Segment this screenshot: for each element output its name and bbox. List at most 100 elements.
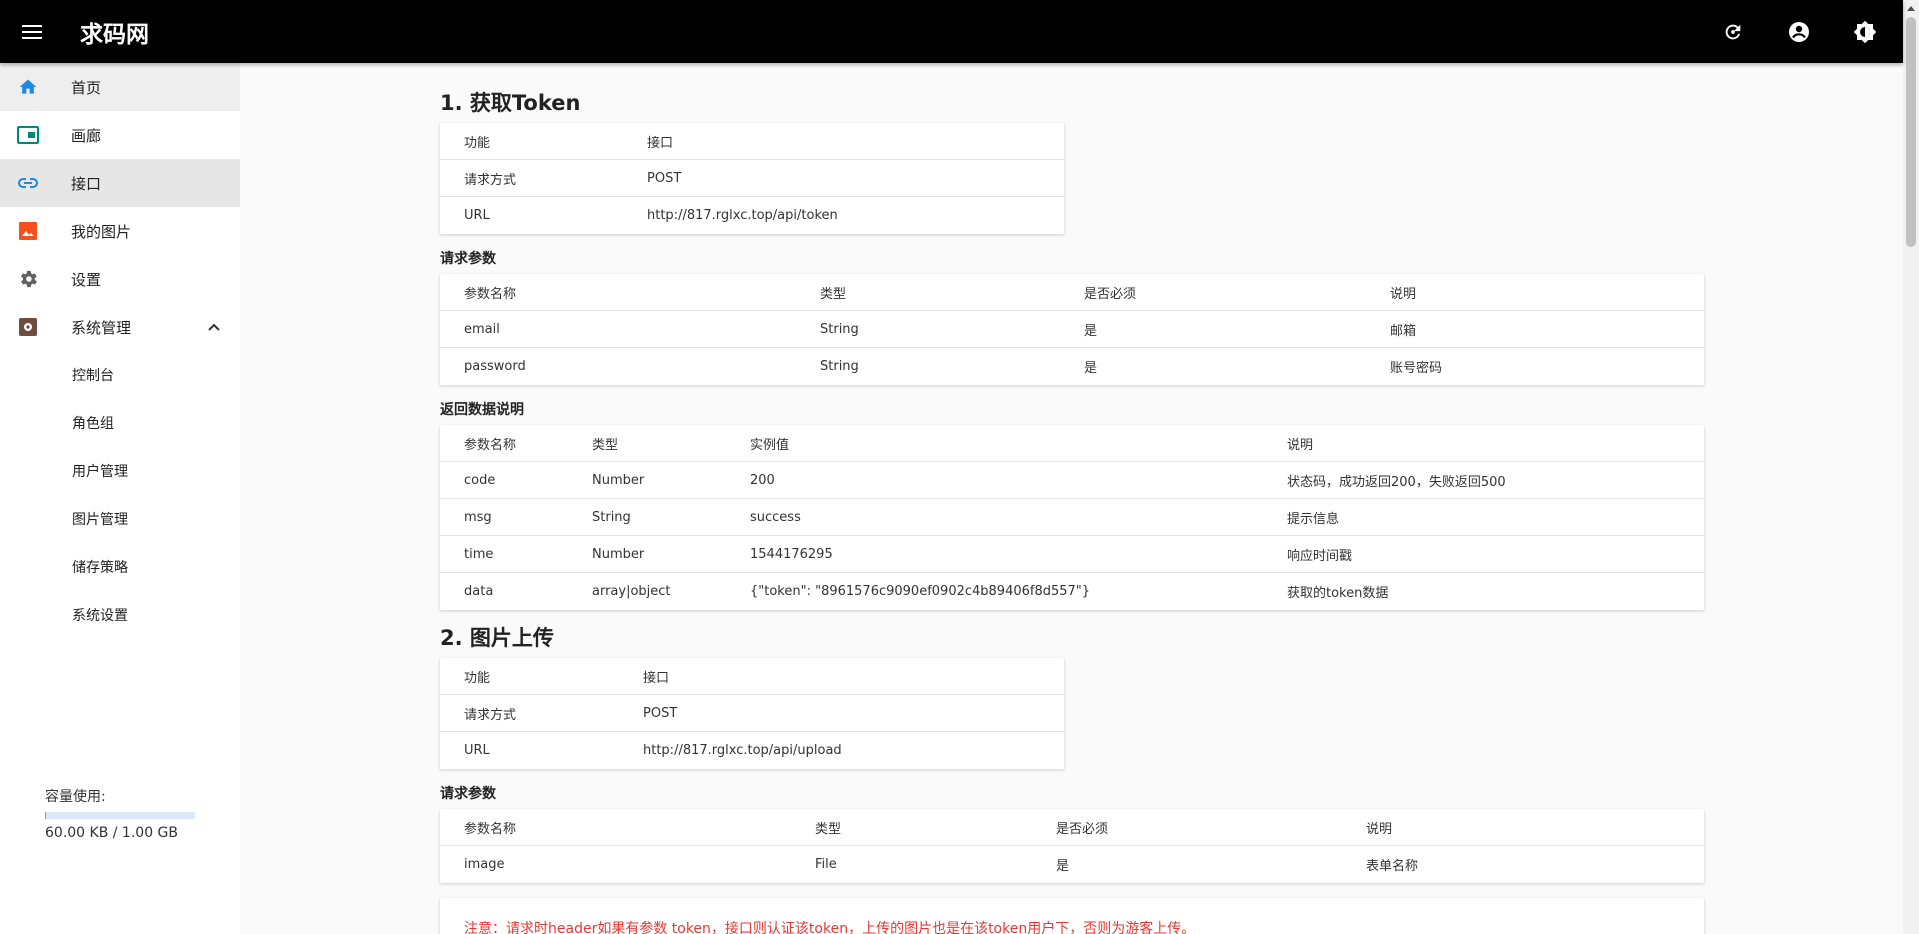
menu-icon[interactable] bbox=[0, 0, 64, 63]
sidebar-item-settings[interactable]: 设置 bbox=[0, 255, 240, 303]
column-header: 说明 bbox=[1366, 821, 1393, 837]
brightness-icon[interactable] bbox=[1845, 12, 1885, 52]
refresh-icon[interactable] bbox=[1713, 12, 1753, 52]
table-cell: 表单名称 bbox=[1366, 859, 1419, 874]
table-row: URL http://817.rglxc.top/api/token bbox=[440, 197, 1064, 234]
table-header-row: 参数名称 类型 是否必须 说明 bbox=[440, 274, 1704, 311]
section-heading-token: 1. 获取Token bbox=[440, 91, 581, 115]
token-info-table: 功能 接口 请求方式 POST URL http://817.rglxc.top/ap… bbox=[440, 123, 1064, 234]
table-cell: String bbox=[592, 509, 631, 525]
info-key: 功能 bbox=[464, 670, 491, 686]
usage-label: 容量使用: bbox=[45, 789, 106, 805]
table-cell: 提示信息 bbox=[1287, 511, 1340, 527]
column-header: 说明 bbox=[1390, 286, 1417, 302]
table-cell: code bbox=[464, 472, 496, 488]
info-value: POST bbox=[647, 170, 682, 186]
table-cell: File bbox=[815, 857, 837, 872]
token-params-table: 参数名称 类型 是否必须 说明 email String 是 邮箱 passwo… bbox=[440, 274, 1704, 385]
table-row: image File 是 表单名称 bbox=[440, 846, 1704, 883]
info-key: 请求方式 bbox=[464, 707, 517, 723]
sidebar-item-gallery[interactable]: 画廊 bbox=[0, 111, 240, 159]
token-return-title: 返回数据说明 bbox=[440, 402, 524, 418]
scroll-thumb[interactable] bbox=[1906, 17, 1916, 247]
storage-usage: 容量使用: 60.00 KB / 1.00 GB bbox=[45, 786, 205, 841]
sidebar-item-home[interactable]: 首页 bbox=[0, 63, 240, 111]
upload-params-title: 请求参数 bbox=[440, 786, 496, 802]
table-cell: 响应时间戳 bbox=[1287, 548, 1353, 564]
image-icon bbox=[16, 219, 40, 243]
scroll-up-icon[interactable] bbox=[1903, 0, 1919, 16]
table-header-row: 参数名称 类型 是否必须 说明 bbox=[440, 809, 1704, 846]
table-row: 请求方式 POST bbox=[440, 695, 1064, 732]
table-cell: 账号密码 bbox=[1390, 361, 1443, 376]
table-row: email String 是 邮箱 bbox=[440, 311, 1704, 348]
usage-progress-bar bbox=[45, 812, 195, 819]
info-key: 请求方式 bbox=[464, 172, 517, 188]
table-row: data array|object {"token": "8961576c909… bbox=[440, 573, 1704, 610]
table-cell: 状态码，成功返回200，失败返回500 bbox=[1287, 474, 1506, 490]
info-key: URL bbox=[464, 208, 490, 223]
usage-value: 60.00 KB / 1.00 GB bbox=[45, 825, 179, 841]
sidebar-subitem-system-settings[interactable]: 系统设置 bbox=[0, 591, 240, 639]
table-cell: msg bbox=[464, 509, 492, 525]
notice-text: 注意：请求时header如果有参数 token，接口则认证该token，上传的图… bbox=[464, 921, 1196, 934]
info-value: http://817.rglxc.top/api/token bbox=[647, 208, 838, 223]
main-content: 1. 获取Token 功能 接口 请求方式 POST URL http://817.r… bbox=[240, 63, 1903, 934]
table-cell: Number bbox=[592, 546, 645, 562]
table-header-row: 参数名称 类型 实例值 说明 bbox=[440, 425, 1704, 462]
token-params-title: 请求参数 bbox=[440, 251, 496, 267]
sidebar-item-api[interactable]: 接口 bbox=[0, 159, 240, 207]
column-header: 参数名称 bbox=[464, 821, 517, 837]
table-cell: 邮箱 bbox=[1390, 323, 1417, 339]
column-header: 类型 bbox=[592, 437, 619, 453]
table-cell: 是 bbox=[1056, 859, 1070, 874]
table-cell: 是 bbox=[1084, 323, 1098, 339]
table-row: 功能 接口 bbox=[440, 658, 1064, 695]
table-cell: array|object bbox=[592, 584, 671, 599]
sidebar-subitem-console[interactable]: 控制台 bbox=[0, 351, 240, 399]
token-return-table: 参数名称 类型 实例值 说明 code Number 200 状态码，成功返回2… bbox=[440, 425, 1704, 610]
table-cell: 1544176295 bbox=[750, 546, 833, 562]
upload-info-table: 功能 接口 请求方式 POST URL http://817.rglxc.top/ap… bbox=[440, 658, 1064, 769]
table-row: URL http://817.rglxc.top/api/upload bbox=[440, 732, 1064, 769]
page-scrollbar[interactable] bbox=[1903, 0, 1919, 934]
app-title[interactable]: 求码网 bbox=[80, 15, 149, 49]
chevron-up-icon[interactable] bbox=[208, 323, 220, 331]
sidebar-item-my-images[interactable]: 我的图片 bbox=[0, 207, 240, 255]
home-icon bbox=[16, 75, 40, 99]
column-header: 类型 bbox=[820, 286, 847, 302]
table-cell: 获取的token数据 bbox=[1287, 586, 1389, 601]
column-header: 实例值 bbox=[750, 437, 790, 453]
gallery-icon bbox=[16, 123, 40, 147]
link-icon bbox=[16, 171, 40, 195]
upload-params-table: 参数名称 类型 是否必须 说明 image File 是 表单名称 bbox=[440, 809, 1704, 883]
table-row: 请求方式 POST bbox=[440, 160, 1064, 197]
table-cell: 是 bbox=[1084, 361, 1098, 376]
table-cell: email bbox=[464, 321, 500, 337]
table-cell: String bbox=[820, 321, 859, 337]
info-key: 功能 bbox=[464, 135, 491, 151]
upload-notice: 注意：请求时header如果有参数 token，接口则认证该token，上传的图… bbox=[440, 898, 1704, 934]
sidebar-subitem-users[interactable]: 用户管理 bbox=[0, 447, 240, 495]
info-value: 接口 bbox=[643, 670, 670, 686]
sidebar-subitem-roles[interactable]: 角色组 bbox=[0, 399, 240, 447]
info-value: http://817.rglxc.top/api/upload bbox=[643, 743, 842, 758]
column-header: 是否必须 bbox=[1084, 286, 1137, 302]
sidebar-subitem-images[interactable]: 图片管理 bbox=[0, 495, 240, 543]
column-header: 类型 bbox=[815, 821, 842, 837]
sidebar-item-label: 首页 bbox=[71, 78, 102, 97]
admin-icon bbox=[16, 315, 40, 339]
sidebar-item-label: 我的图片 bbox=[71, 222, 132, 241]
sidebar-item-system-admin[interactable]: 系统管理 bbox=[0, 303, 240, 351]
account-icon[interactable] bbox=[1779, 12, 1819, 52]
sidebar-item-label: 接口 bbox=[71, 174, 102, 193]
sidebar-subitem-storage[interactable]: 储存策略 bbox=[0, 543, 240, 591]
table-cell: image bbox=[464, 857, 505, 872]
table-row: msg String success 提示信息 bbox=[440, 499, 1704, 536]
sidebar-item-label: 画廊 bbox=[71, 126, 102, 145]
table-cell: data bbox=[464, 584, 494, 599]
column-header: 说明 bbox=[1287, 437, 1314, 453]
column-header: 是否必须 bbox=[1056, 821, 1109, 837]
table-cell: String bbox=[820, 359, 859, 374]
table-cell: time bbox=[464, 546, 494, 562]
